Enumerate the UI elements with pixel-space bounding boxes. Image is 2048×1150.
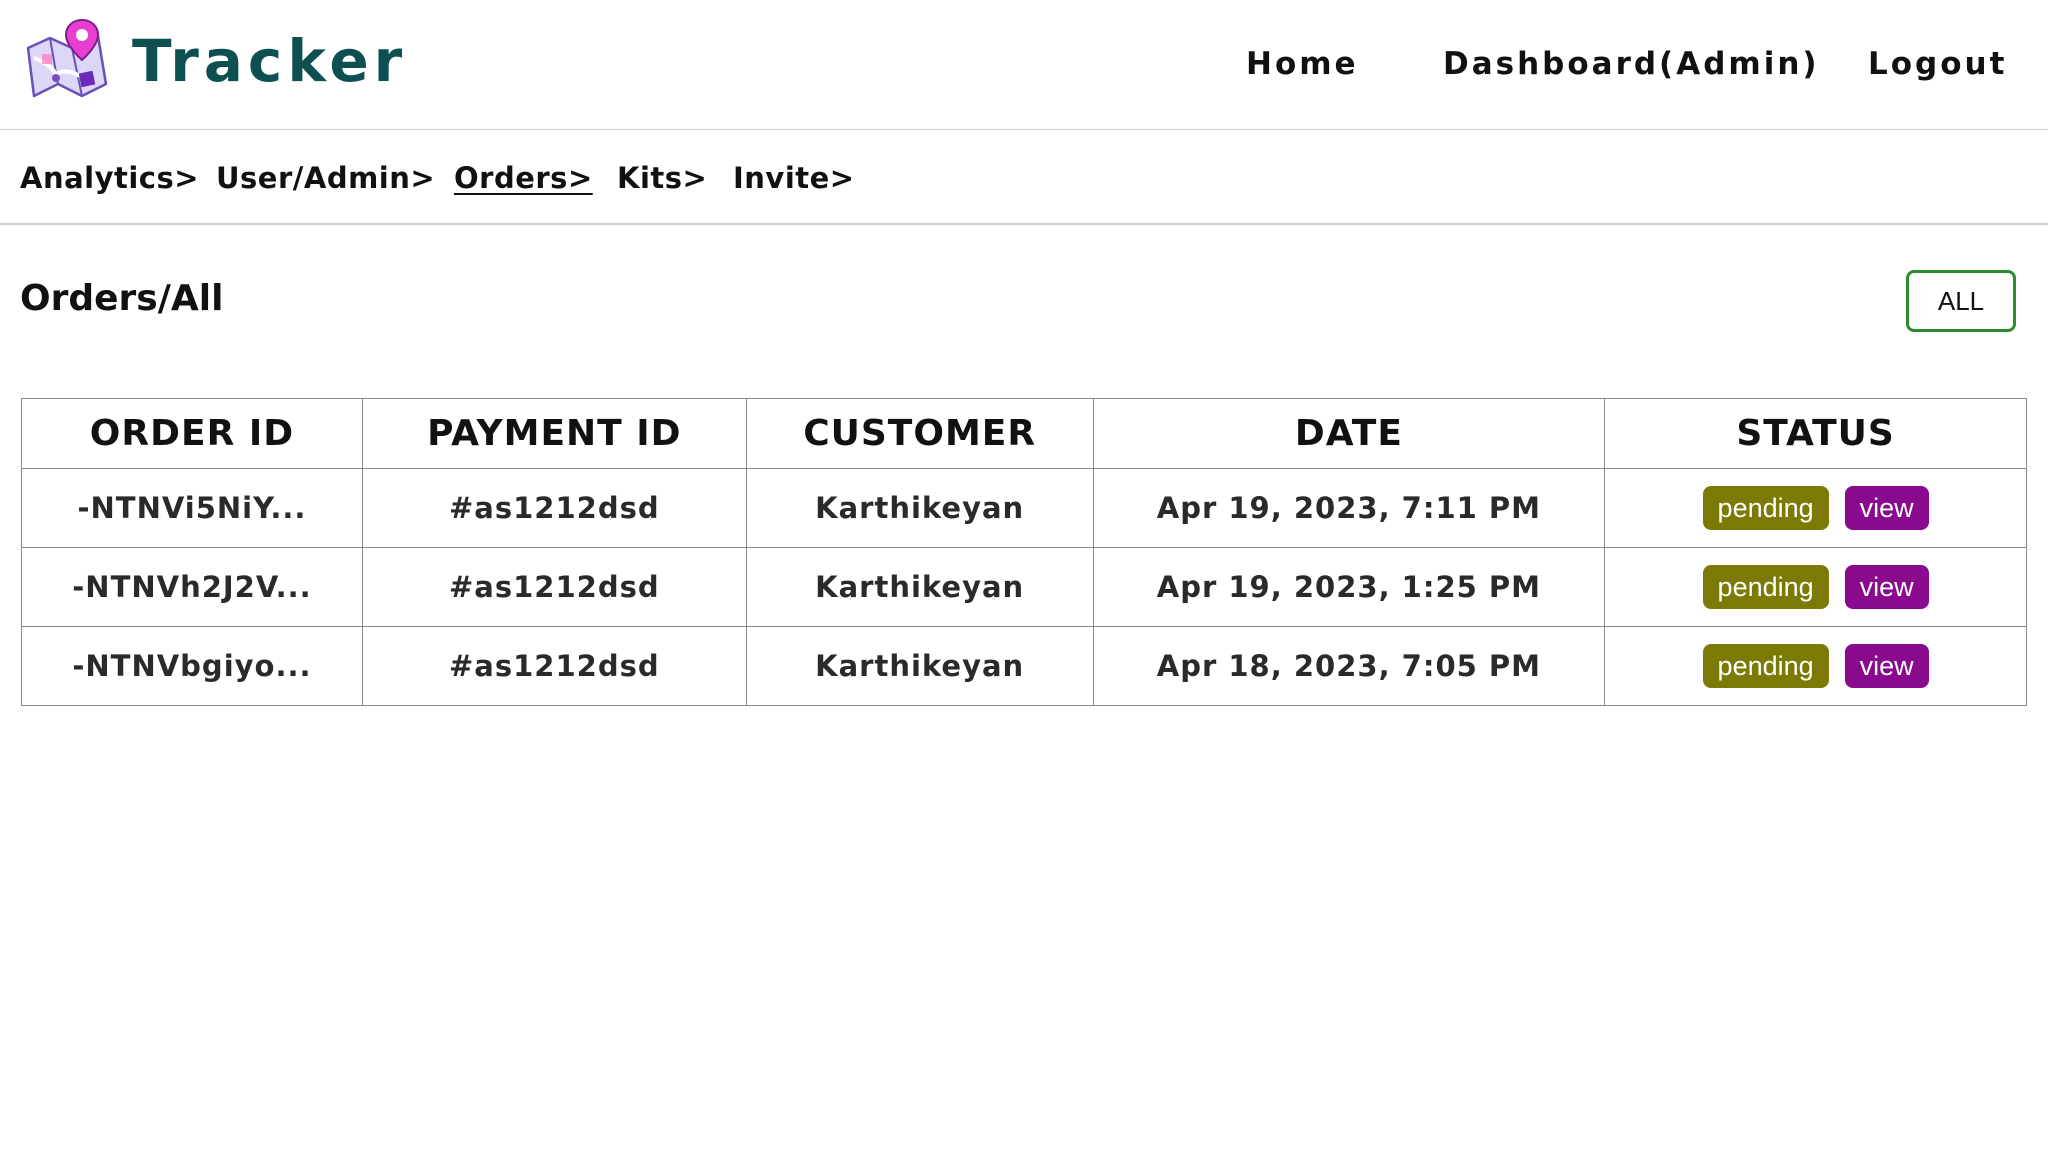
admin-subnav: Analytics> User/Admin> Orders> Kits> Inv… [0, 130, 2048, 225]
order-id-cell: -NTNVi5NiY... [21, 468, 363, 548]
payment-id-cell: #as1212dsd [361, 468, 747, 548]
status-badge: pending [1702, 644, 1829, 688]
payment-id-cell: #as1212dsd [361, 547, 747, 627]
order-id-cell: -NTNVbgiyo... [21, 626, 363, 706]
subnav-invite[interactable]: Invite> [733, 160, 855, 196]
customer-cell: Karthikeyan [745, 547, 1094, 627]
column-header-status: STATUS [1604, 398, 2027, 469]
filter-all-button[interactable]: ALL [1906, 270, 2016, 332]
column-header-date: DATE [1092, 398, 1606, 469]
date-cell: Apr 19, 2023, 1:25 PM [1092, 547, 1606, 627]
page-title: Orders/All [20, 278, 224, 319]
view-button[interactable]: view [1844, 644, 1929, 688]
nav-dashboard-link[interactable]: Dashboard(Admin) [1443, 44, 1820, 84]
view-button[interactable]: view [1844, 565, 1929, 609]
subnav-analytics[interactable]: Analytics> [20, 160, 199, 196]
brand-title: Tracker [132, 27, 408, 95]
status-cell: pending view [1604, 468, 2027, 548]
subnav-orders[interactable]: Orders> [454, 160, 593, 196]
status-cell: pending view [1604, 626, 2027, 706]
date-cell: Apr 19, 2023, 7:11 PM [1092, 468, 1606, 548]
column-header-customer: CUSTOMER [745, 398, 1094, 469]
status-cell: pending view [1604, 547, 2027, 627]
column-header-order-id: ORDER ID [21, 398, 363, 469]
status-badge: pending [1702, 486, 1829, 530]
subnav-kits[interactable]: Kits> [617, 160, 707, 196]
status-badge: pending [1702, 565, 1829, 609]
nav-logout-link[interactable]: Logout [1868, 44, 2007, 84]
map-pin-icon[interactable] [20, 18, 112, 110]
nav-home-link[interactable]: Home [1246, 44, 1359, 84]
payment-id-cell: #as1212dsd [361, 626, 747, 706]
customer-cell: Karthikeyan [745, 468, 1094, 548]
table-header-row: ORDER ID PAYMENT ID CUSTOMER DATE STATUS [21, 398, 2027, 469]
column-header-payment-id: PAYMENT ID [361, 398, 747, 469]
table-row: -NTNVbgiyo... #as1212dsd Karthikeyan Apr… [21, 626, 2027, 706]
table-row: -NTNVi5NiY... #as1212dsd Karthikeyan Apr… [21, 468, 2027, 548]
orders-table: ORDER ID PAYMENT ID CUSTOMER DATE STATUS… [21, 398, 2027, 706]
view-button[interactable]: view [1844, 486, 1929, 530]
table-row: -NTNVh2J2V... #as1212dsd Karthikeyan Apr… [21, 547, 2027, 627]
order-id-cell: -NTNVh2J2V... [21, 547, 363, 627]
customer-cell: Karthikeyan [745, 626, 1094, 706]
date-cell: Apr 18, 2023, 7:05 PM [1092, 626, 1606, 706]
subnav-user-admin[interactable]: User/Admin> [216, 160, 435, 196]
top-header: Tracker Home Dashboard(Admin) Logout [0, 0, 2048, 130]
